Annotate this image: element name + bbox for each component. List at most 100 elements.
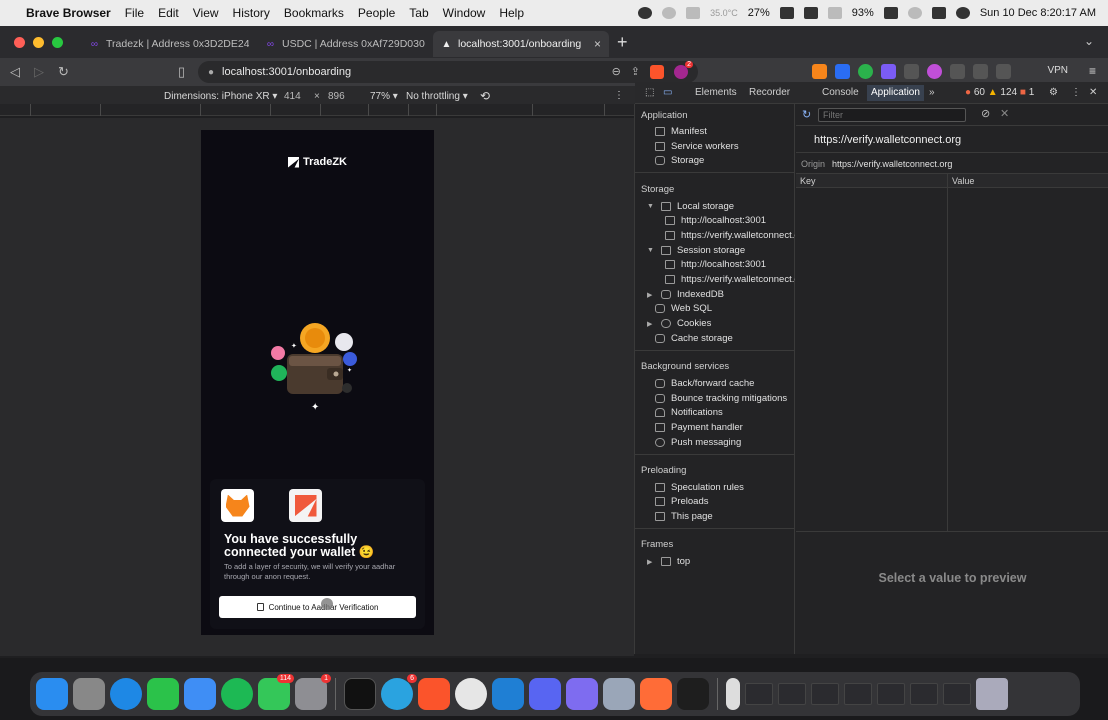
sidebar-item-cache-storage[interactable]: Cache storage [655, 333, 733, 344]
sidebar-item-session-walletconnect[interactable]: https://verify.walletconnect.org [665, 274, 795, 285]
url-text[interactable]: localhost:3001/onboarding [222, 66, 351, 78]
minimized-window-thumbnail[interactable] [877, 683, 905, 705]
sidebar-item-storage-overview[interactable]: Storage [655, 155, 704, 166]
clear-all-icon[interactable]: ⊘ [981, 107, 990, 120]
link-icon[interactable] [907, 7, 922, 19]
tab-application[interactable]: Application [867, 85, 924, 101]
postman-icon[interactable] [640, 678, 672, 710]
metamask-extension-icon[interactable] [812, 64, 827, 79]
sidebar-toggle-icon[interactable] [973, 64, 988, 79]
safari-icon[interactable] [110, 678, 142, 710]
more-options-icon[interactable]: ⋮ [614, 90, 624, 101]
inspect-element-icon[interactable]: ⬚ [645, 87, 654, 98]
device-toolbar-toggle-icon[interactable]: ▭ [663, 87, 672, 98]
tab-localhost-onboarding[interactable]: ▲ localhost:3001/onboarding × [433, 31, 609, 57]
trash-icon[interactable] [976, 678, 1008, 710]
new-tab-icon[interactable]: + [617, 32, 628, 53]
site-info-icon[interactable]: ● [208, 67, 214, 78]
filter-input[interactable] [818, 108, 966, 122]
menu-people[interactable]: People [358, 6, 395, 20]
sidebar-item-service-workers[interactable]: Service workers [655, 141, 739, 152]
sidebar-item-local-walletconnect[interactable]: https://verify.walletconnect.org [665, 230, 795, 241]
zoom-window-button[interactable] [52, 36, 63, 48]
sidebar-item-indexeddb[interactable]: ▶ IndexedDB [647, 289, 724, 300]
tab-tradezk[interactable]: ∞ Tradezk | Address 0x3D2DE24CF65 [81, 31, 257, 57]
green-extension-icon[interactable] [858, 64, 873, 79]
extensions-puzzle-icon[interactable] [950, 64, 965, 79]
continue-aadhar-button[interactable]: Continue to Aadhar Verification [219, 596, 416, 618]
sidebar-item-speculation-rules[interactable]: Speculation rules [655, 482, 744, 493]
expanded-caret-icon[interactable]: ▼ [647, 247, 655, 254]
discord-icon[interactable] [529, 678, 561, 710]
minimized-window-thumbnail[interactable] [844, 683, 872, 705]
sidebar-item-web-sql[interactable]: Web SQL [655, 303, 712, 314]
minimized-window-thumbnail[interactable] [778, 683, 806, 705]
zoom-select[interactable]: 77% ▾ [370, 91, 398, 102]
menu-history[interactable]: History [233, 6, 270, 20]
clock[interactable]: Sun 10 Dec 8:20:17 AM [980, 7, 1096, 19]
sidebar-item-session-storage[interactable]: ▼ Session storage [647, 245, 745, 256]
storage-table-body[interactable] [796, 188, 1108, 532]
sidebar-item-this-page[interactable]: This page [655, 511, 713, 522]
vscode-icon[interactable] [492, 678, 524, 710]
close-devtools-icon[interactable]: ✕ [1089, 87, 1097, 98]
back-icon[interactable]: ◁ [10, 64, 20, 80]
brave-icon[interactable] [418, 678, 450, 710]
minimized-window-thumbnail[interactable] [811, 683, 839, 705]
tab-console[interactable]: Console [822, 87, 859, 98]
sidebar-item-manifest[interactable]: Manifest [655, 126, 707, 137]
address-bar[interactable]: ● localhost:3001/onboarding ⊖ ⇪ 2 [198, 61, 698, 83]
keyboard-icon[interactable] [779, 7, 794, 19]
messages-icon[interactable]: 114 [258, 674, 294, 710]
share-icon[interactable]: ⇪ [631, 65, 640, 79]
hamburger-menu-icon[interactable]: ≡ [1089, 64, 1096, 78]
minimize-window-button[interactable] [33, 36, 44, 48]
pink-extension-icon[interactable] [927, 64, 942, 79]
throttling-select[interactable]: No throttling ▾ [406, 91, 468, 102]
issue-counters[interactable]: ● 60 ▲ 124 ■ 1 [965, 87, 1034, 98]
minimized-window-thumbnail[interactable] [745, 683, 773, 705]
battery-icon[interactable] [883, 7, 898, 19]
collapsed-caret-icon[interactable]: ▶ [647, 320, 655, 328]
tab-elements[interactable]: Elements [695, 87, 737, 98]
key-column-header[interactable]: Key [800, 176, 816, 186]
minimized-window-thumbnail[interactable] [910, 683, 938, 705]
focus-icon[interactable] [662, 7, 677, 19]
finder-icon[interactable] [36, 678, 68, 710]
menu-bookmarks[interactable]: Bookmarks [284, 6, 344, 20]
menu-file[interactable]: File [125, 6, 144, 20]
figma-icon[interactable] [677, 678, 709, 710]
value-column-header[interactable]: Value [952, 176, 974, 186]
menu-edit[interactable]: Edit [158, 6, 179, 20]
devtools-menu-icon[interactable]: ⋮ [1071, 87, 1081, 98]
spotify-icon[interactable] [221, 678, 253, 710]
chrome-icon[interactable] [455, 678, 487, 710]
tab-recorder[interactable]: Recorder [749, 87, 790, 98]
sidebar-item-local-storage[interactable]: ▼ Local storage [647, 201, 734, 212]
refresh-icon[interactable]: ↻ [802, 108, 811, 121]
bookmark-icon[interactable]: ▯ [178, 64, 185, 80]
k-extension-icon[interactable] [835, 64, 850, 79]
purple-extension-icon[interactable] [881, 64, 896, 79]
wifi-icon[interactable] [827, 7, 842, 19]
document-icon[interactable] [726, 678, 740, 710]
sidebar-item-preloads[interactable]: Preloads [655, 496, 709, 507]
tab-usdc[interactable]: ∞ USDC | Address 0xAf729D03090e8 [257, 31, 433, 57]
launchpad-icon[interactable] [73, 678, 105, 710]
sidebar-item-payment-handler[interactable]: Payment handler [655, 422, 743, 433]
close-tab-icon[interactable]: × [594, 37, 601, 51]
wallet-icon[interactable] [996, 64, 1011, 79]
zoom-icon[interactable]: ⊖ [612, 65, 621, 79]
brave-shields-icon[interactable] [650, 65, 664, 79]
sidebar-item-frame-top[interactable]: ▶ top [647, 556, 690, 567]
sidebar-item-back-forward-cache[interactable]: Back/forward cache [655, 378, 754, 389]
settings-gear-icon[interactable]: ⚙ [1049, 87, 1058, 98]
delete-selected-icon[interactable]: ✕ [1000, 107, 1009, 120]
gray-extension-icon[interactable] [904, 64, 919, 79]
menu-tab[interactable]: Tab [409, 6, 428, 20]
mail-icon[interactable] [184, 678, 216, 710]
sidebar-item-cookies[interactable]: ▶ Cookies [647, 318, 711, 329]
system-settings-icon[interactable]: 1 [295, 674, 331, 710]
menu-view[interactable]: View [193, 6, 219, 20]
network-stats-icon[interactable] [686, 7, 701, 19]
